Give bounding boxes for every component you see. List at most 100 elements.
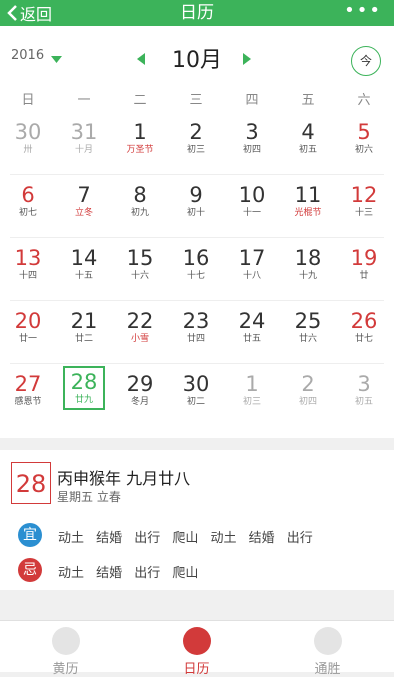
day-number: 30 <box>182 372 210 396</box>
day-number: 7 <box>77 183 91 207</box>
day-cell[interactable]: 22 小雪 <box>112 303 168 369</box>
day-cell[interactable]: 13 十四 <box>0 240 56 306</box>
lunar-label: 初二 <box>186 397 205 407</box>
ji-activities: 动土 结婚 出行 爬山 <box>58 566 199 581</box>
day-cell[interactable]: 2 初四 <box>280 366 336 432</box>
day-cell[interactable]: 7 立冬 <box>56 177 112 243</box>
day-cell[interactable]: 31 十月 <box>56 114 112 180</box>
day-cell[interactable]: 19 廿 <box>336 240 392 306</box>
day-number: 25 <box>294 309 322 333</box>
next-month-icon[interactable] <box>243 53 251 65</box>
weekday-header: 一 <box>77 93 91 108</box>
calendar-panel: 2016 10月 今 日一二三四五六 30 卅 31 十月 1 万圣节 2 初三 3 初四 4 初五 5… <box>0 26 394 438</box>
day-number: 6 <box>21 183 35 207</box>
tab-label: 日历 <box>183 662 210 677</box>
day-number: 1 <box>245 372 259 396</box>
more-menu-button[interactable]: ••• <box>344 0 382 26</box>
day-cell[interactable]: 21 廿二 <box>56 303 112 369</box>
day-cell[interactable]: 16 十七 <box>168 240 224 306</box>
lunar-label: 初七 <box>18 208 37 218</box>
lunar-label: 廿二 <box>74 334 93 344</box>
day-number: 4 <box>301 120 315 144</box>
day-number: 20 <box>14 309 42 333</box>
day-cell[interactable]: 15 十六 <box>112 240 168 306</box>
lunar-label: 十六 <box>130 271 149 281</box>
day-number: 10 <box>238 183 266 207</box>
detail-weekday: 星期五 立春 <box>57 490 121 504</box>
tab-1[interactable]: 日历 <box>131 621 262 677</box>
day-cell[interactable]: 29 冬月 <box>112 366 168 432</box>
day-cell[interactable]: 1 万圣节 <box>112 114 168 180</box>
day-cell[interactable]: 18 十九 <box>280 240 336 306</box>
day-cell[interactable]: 30 初二 <box>168 366 224 432</box>
day-cell[interactable]: 17 十八 <box>224 240 280 306</box>
day-cell[interactable]: 1 初三 <box>224 366 280 432</box>
month-title: 10月 <box>172 48 222 73</box>
weekday-header: 日 <box>21 93 35 108</box>
lunar-label: 廿七 <box>354 334 373 344</box>
lunar-label: 初六 <box>354 145 373 155</box>
weekday-header: 四 <box>245 93 259 108</box>
today-button[interactable]: 今 <box>351 46 381 76</box>
lunar-label: 十四 <box>18 271 37 281</box>
tab-2[interactable]: 通胜 <box>262 621 393 677</box>
lunar-label: 廿九 <box>74 395 93 405</box>
lunar-label: 卅 <box>23 145 33 155</box>
lunar-label: 光棍节 <box>294 208 322 218</box>
day-cell[interactable]: 26 廿七 <box>336 303 392 369</box>
day-cell[interactable]: 24 廿五 <box>224 303 280 369</box>
tab-label: 通胜 <box>314 662 341 677</box>
day-number: 3 <box>245 120 259 144</box>
day-number: 16 <box>182 246 210 270</box>
lunar-label: 廿五 <box>242 334 261 344</box>
yin-yang-icon <box>313 627 342 655</box>
yi-badge: 宜 <box>18 523 42 547</box>
lunar-label: 初四 <box>298 397 317 407</box>
lunar-label: 初九 <box>130 208 149 218</box>
day-cell[interactable]: 27 感恩节 <box>0 366 56 432</box>
lunar-label: 万圣节 <box>126 145 154 155</box>
day-number: 23 <box>182 309 210 333</box>
weekday-header: 五 <box>301 93 315 108</box>
day-cell[interactable]: 30 卅 <box>0 114 56 180</box>
day-cell[interactable]: 14 十五 <box>56 240 112 306</box>
day-cell[interactable]: 5 初六 <box>336 114 392 180</box>
day-number: 15 <box>126 246 154 270</box>
day-cell[interactable]: 23 廿四 <box>168 303 224 369</box>
ji-badge: 忌 <box>18 558 42 582</box>
day-number: 3 <box>357 372 371 396</box>
lunar-label: 初三 <box>242 397 261 407</box>
lunar-label: 廿四 <box>186 334 205 344</box>
day-number: 12 <box>350 183 378 207</box>
day-cell[interactable]: 9 初十 <box>168 177 224 243</box>
header-bar: 返回 日历 ••• <box>0 0 394 26</box>
day-number: 21 <box>70 309 98 333</box>
day-cell[interactable]: 11 光棍节 <box>280 177 336 243</box>
day-number: 18 <box>294 246 322 270</box>
day-number: 5 <box>357 120 371 144</box>
lunar-label: 十一 <box>242 208 261 218</box>
lunar-label: 十月 <box>74 145 93 155</box>
day-cell[interactable]: 10 十一 <box>224 177 280 243</box>
day-cell[interactable]: 8 初九 <box>112 177 168 243</box>
day-cell[interactable]: 3 初四 <box>224 114 280 180</box>
day-number: 8 <box>133 183 147 207</box>
lunar-label: 十五 <box>74 271 93 281</box>
day-cell[interactable]: 28 廿九 <box>56 366 112 432</box>
lunar-label: 初五 <box>354 397 373 407</box>
day-cell[interactable]: 2 初三 <box>168 114 224 180</box>
day-number: 22 <box>126 309 154 333</box>
lunar-label: 十七 <box>186 271 205 281</box>
lunar-label: 小雪 <box>130 334 149 344</box>
day-number: 24 <box>238 309 266 333</box>
day-cell[interactable]: 20 廿一 <box>0 303 56 369</box>
day-cell[interactable]: 25 廿六 <box>280 303 336 369</box>
weekday-header: 三 <box>189 93 203 108</box>
day-cell[interactable]: 12 十三 <box>336 177 392 243</box>
day-cell[interactable]: 6 初七 <box>0 177 56 243</box>
tab-0[interactable]: 黄历 <box>0 621 131 677</box>
day-cell[interactable]: 3 初五 <box>336 366 392 432</box>
day-number: 27 <box>14 372 42 396</box>
day-cell[interactable]: 4 初五 <box>280 114 336 180</box>
day-number: 2 <box>189 120 203 144</box>
